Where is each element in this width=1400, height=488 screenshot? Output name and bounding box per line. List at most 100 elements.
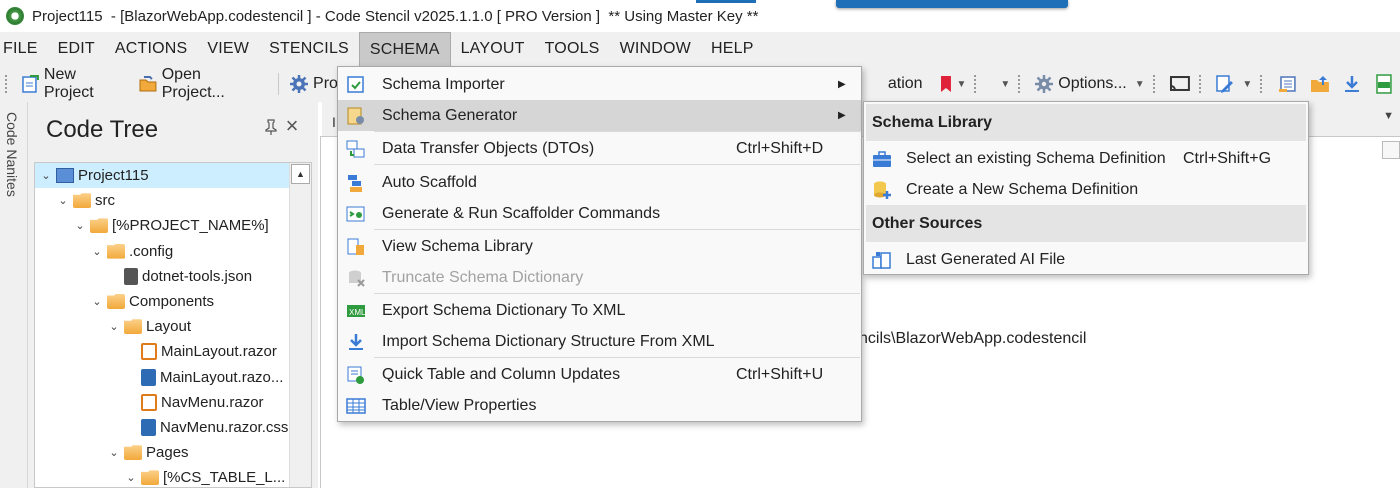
tree-node[interactable]: ⌄ [%PROJECT_NAME%] <box>35 213 269 238</box>
tree-node[interactable]: ⌄ .config <box>35 239 173 264</box>
schema-menu-item[interactable]: Auto Scaffold <box>338 167 861 198</box>
tree-node-label: Layout <box>146 318 192 336</box>
project-truncated-label: Pro <box>313 75 338 92</box>
expand-chevron-icon[interactable]: ⌄ <box>56 194 70 207</box>
project-settings-button[interactable]: Pro <box>285 70 342 98</box>
truncated-right-label: ation <box>887 75 923 92</box>
menu-help[interactable]: HELP <box>701 32 764 66</box>
floating-window-edge-2 <box>696 0 756 3</box>
tree-node[interactable]: NavMenu.razor <box>35 390 264 415</box>
folder-upload-icon[interactable] <box>1310 74 1330 94</box>
schema-menu-item-label: Quick Table and Column Updates <box>382 365 621 383</box>
schema-menu-item[interactable]: Schema Generator ▶ <box>338 100 861 131</box>
menu-tools[interactable]: TOOLS <box>535 32 610 66</box>
menu-separator <box>374 357 860 358</box>
tree-node[interactable]: MainLayout.razor <box>35 339 277 364</box>
tree-node[interactable]: ⌄ Components <box>35 289 214 314</box>
menu-stencils[interactable]: STENCILS <box>259 32 359 66</box>
gear-icon <box>290 75 309 93</box>
tree-node[interactable]: ⌄ [%CS_TABLE_L... <box>35 465 286 487</box>
schema-menu-item[interactable]: Schema Importer ▶ <box>338 69 861 100</box>
tree-node[interactable]: ⌄ src <box>35 188 115 213</box>
open-project-button[interactable]: Open Project... <box>134 66 272 101</box>
tree-node[interactable]: dotnet-tools.json <box>35 264 252 289</box>
code-nanites-tab[interactable]: Code Nanites <box>4 112 20 197</box>
menu-actions[interactable]: ACTIONS <box>105 32 198 66</box>
folder-icon <box>73 193 91 209</box>
toolbar-grip[interactable] <box>5 75 8 93</box>
folder-icon <box>107 294 125 309</box>
expand-chevron-icon[interactable]: ⌄ <box>107 446 121 459</box>
schema-menu-item[interactable]: Import Schema Dictionary Structure From … <box>338 326 861 357</box>
schema-menu-item[interactable]: Data Transfer Objects (DTOs) Ctrl+Shift+D <box>338 133 861 164</box>
new-project-button[interactable]: New Project <box>16 66 134 101</box>
options-dropdown-icon[interactable]: ▼ <box>1135 79 1145 90</box>
expand-chevron-icon[interactable]: ⌄ <box>107 320 121 333</box>
schema-menu-item[interactable]: XML Export Schema Dictionary To XML <box>338 295 861 326</box>
toolbar-overflow-icon[interactable]: ▼ <box>1000 79 1010 90</box>
xml-file-icon[interactable] <box>1374 74 1394 94</box>
schema-menu-item[interactable]: View Schema Library <box>338 231 861 262</box>
expand-chevron-icon[interactable]: ⌄ <box>73 219 87 232</box>
truncated-toolbar-button[interactable]: ation <box>884 70 927 98</box>
toolbar-grip-5[interactable] <box>1198 75 1207 93</box>
schema-library-header: Schema Library <box>866 104 1306 141</box>
menu-view[interactable]: VIEW <box>197 32 259 66</box>
schema-menu-item-label: View Schema Library <box>382 237 533 255</box>
tree-node[interactable]: ⌄ Project115 <box>35 163 290 188</box>
schema-menu-item[interactable]: Generate & Run Scaffolder Commands <box>338 198 861 229</box>
menu-window[interactable]: WINDOW <box>610 32 701 66</box>
schema-library-icon <box>347 238 364 255</box>
tree-node-label: NavMenu.razor.css <box>160 419 289 436</box>
schema-menu-item[interactable]: Truncate Schema Dictionary <box>338 262 861 293</box>
menu-layout[interactable]: LAYOUT <box>451 32 535 66</box>
toolbar-grip-4[interactable] <box>1152 75 1161 93</box>
tree-node[interactable]: ⌄ Layout <box>35 314 191 339</box>
expand-chevron-icon[interactable]: ⌄ <box>90 295 104 308</box>
code-nanites-strip: Code Nanites <box>0 102 28 488</box>
expand-chevron-icon[interactable]: ⌄ <box>39 169 53 182</box>
download-icon[interactable] <box>1342 74 1362 94</box>
tree-scrollbar[interactable]: ▲ <box>289 163 311 487</box>
pin-icon[interactable] <box>264 119 278 139</box>
cast-screen-icon[interactable] <box>1169 74 1191 94</box>
menu-separator <box>374 293 860 294</box>
tree-node-label: [%CS_TABLE_L... <box>163 469 286 487</box>
scroll-up-icon[interactable]: ▲ <box>291 164 310 184</box>
notes-icon[interactable] <box>1278 74 1298 94</box>
tab-overflow-icon[interactable]: ▼ <box>1383 110 1394 122</box>
expand-chevron-icon[interactable]: ⌄ <box>124 471 138 484</box>
tree-node[interactable]: ⌄ Pages <box>35 440 188 465</box>
schema-menu-item[interactable]: Table/View Properties <box>338 390 861 421</box>
bookmark-dropdown-icon[interactable]: ▼ <box>957 79 967 90</box>
menu-schema[interactable]: SCHEMA <box>358 32 451 66</box>
schema-generator-submenu: Schema Library Select an existing Schema… <box>863 101 1309 275</box>
editor-scroll-button[interactable] <box>1382 141 1400 159</box>
menu-file[interactable]: FILE <box>0 32 48 66</box>
toolbar-grip-6[interactable] <box>1260 75 1268 93</box>
toolbar-grip-2[interactable] <box>974 75 982 93</box>
bookmark-icon[interactable] <box>939 75 953 93</box>
tree-node-label: Project115 <box>78 167 149 184</box>
options-button[interactable]: Options... <box>1030 70 1130 98</box>
schema-menu-item[interactable]: Quick Table and Column Updates Ctrl+Shift… <box>338 359 861 390</box>
app-logo-icon <box>6 7 24 25</box>
editor-tab-stub[interactable]: I <box>332 114 336 130</box>
expand-chevron-icon[interactable]: ⌄ <box>90 245 104 258</box>
close-icon[interactable]: × <box>280 114 304 138</box>
svg-text:XML: XML <box>349 308 366 317</box>
menu-edit[interactable]: EDIT <box>48 32 105 66</box>
tree-node[interactable]: NavMenu.razor.css <box>35 415 288 440</box>
tree-node-label: MainLayout.razo... <box>160 368 284 386</box>
create-new-schema-item[interactable]: Create a New Schema Definition <box>864 174 1308 205</box>
edit-document-icon[interactable] <box>1214 74 1234 94</box>
edit-dropdown-icon[interactable]: ▼ <box>1242 79 1252 90</box>
toolbar-grip-3[interactable] <box>1018 75 1026 93</box>
tree-node[interactable]: MainLayout.razo... <box>35 365 283 390</box>
tree-node-label: [%PROJECT_NAME%] <box>112 217 269 235</box>
last-generated-ai-file-item[interactable]: Last Generated AI File <box>864 244 1308 275</box>
table-grid-icon <box>346 397 366 414</box>
select-existing-schema-item[interactable]: Select an existing Schema Definition Ctr… <box>864 143 1308 174</box>
other-sources-header: Other Sources <box>866 205 1306 242</box>
toolbar-separator <box>278 73 280 95</box>
